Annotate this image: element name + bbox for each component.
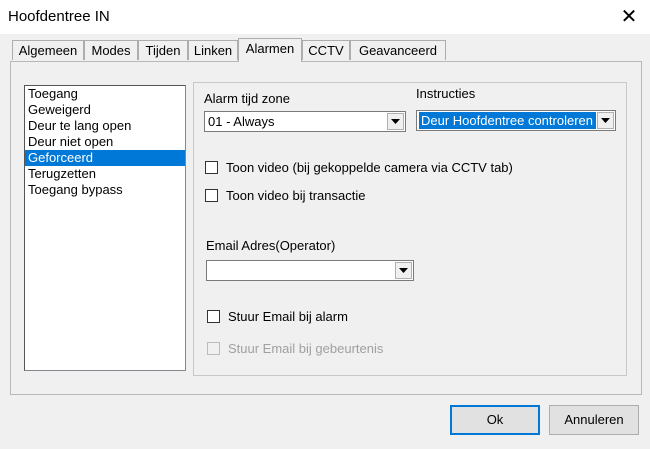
instructies-select[interactable]: Deur Hoofdentree controleren (416, 110, 616, 131)
tab-alarmen[interactable]: Alarmen (238, 38, 302, 62)
list-item[interactable]: Deur niet open (25, 134, 185, 150)
toon-video-cctv-label: Toon video (bij gekoppelde camera via CC… (226, 160, 513, 175)
stuur-email-alarm-checkbox[interactable] (207, 310, 220, 323)
tab-modes[interactable]: Modes (84, 40, 138, 60)
toon-video-cctv-checkbox[interactable] (205, 161, 218, 174)
tab-tijden[interactable]: Tijden (138, 40, 188, 60)
toon-video-transactie-label: Toon video bij transactie (226, 188, 366, 203)
tab-linken[interactable]: Linken (188, 40, 238, 60)
cancel-button[interactable]: Annuleren (549, 405, 639, 435)
alarm-zone-label: Alarm tijd zone (204, 91, 290, 106)
list-item[interactable]: Geweigerd (25, 102, 185, 118)
chevron-down-icon[interactable] (597, 112, 614, 129)
toon-video-transactie-checkbox[interactable] (205, 189, 218, 202)
email-label: Email Adres(Operator) (206, 238, 336, 253)
alarm-zone-select[interactable]: 01 - Always (204, 111, 406, 132)
instructies-label: Instructies (416, 86, 476, 101)
list-item[interactable]: Toegang bypass (25, 182, 185, 198)
window-title: Hoofdentree IN (8, 8, 110, 25)
stuur-email-gebeurtenis-label: Stuur Email bij gebeurtenis (228, 341, 384, 356)
alarm-type-list[interactable]: Toegang Geweigerd Deur te lang open Deur… (24, 85, 186, 371)
title-bar: Hoofdentree IN ✕ (0, 0, 650, 34)
ok-button[interactable]: Ok (450, 405, 540, 435)
alarm-zone-value: 01 - Always (208, 114, 275, 129)
email-select[interactable] (206, 260, 414, 281)
stuur-email-alarm-label: Stuur Email bij alarm (228, 309, 348, 324)
stuur-email-gebeurtenis-checkbox (207, 342, 220, 355)
tab-cctv[interactable]: CCTV (302, 40, 350, 60)
chevron-down-icon[interactable] (387, 113, 404, 130)
chevron-down-icon[interactable] (395, 262, 412, 279)
list-item[interactable]: Toegang (25, 86, 185, 102)
list-item[interactable]: Deur te lang open (25, 118, 185, 134)
list-item[interactable]: Terugzetten (25, 166, 185, 182)
tab-algemeen[interactable]: Algemeen (12, 40, 84, 60)
tab-geavanceerd[interactable]: Geavanceerd (350, 40, 446, 60)
instructies-value: Deur Hoofdentree controleren (419, 112, 596, 129)
list-item-selected[interactable]: Geforceerd (25, 150, 185, 166)
close-icon[interactable]: ✕ (612, 2, 646, 32)
